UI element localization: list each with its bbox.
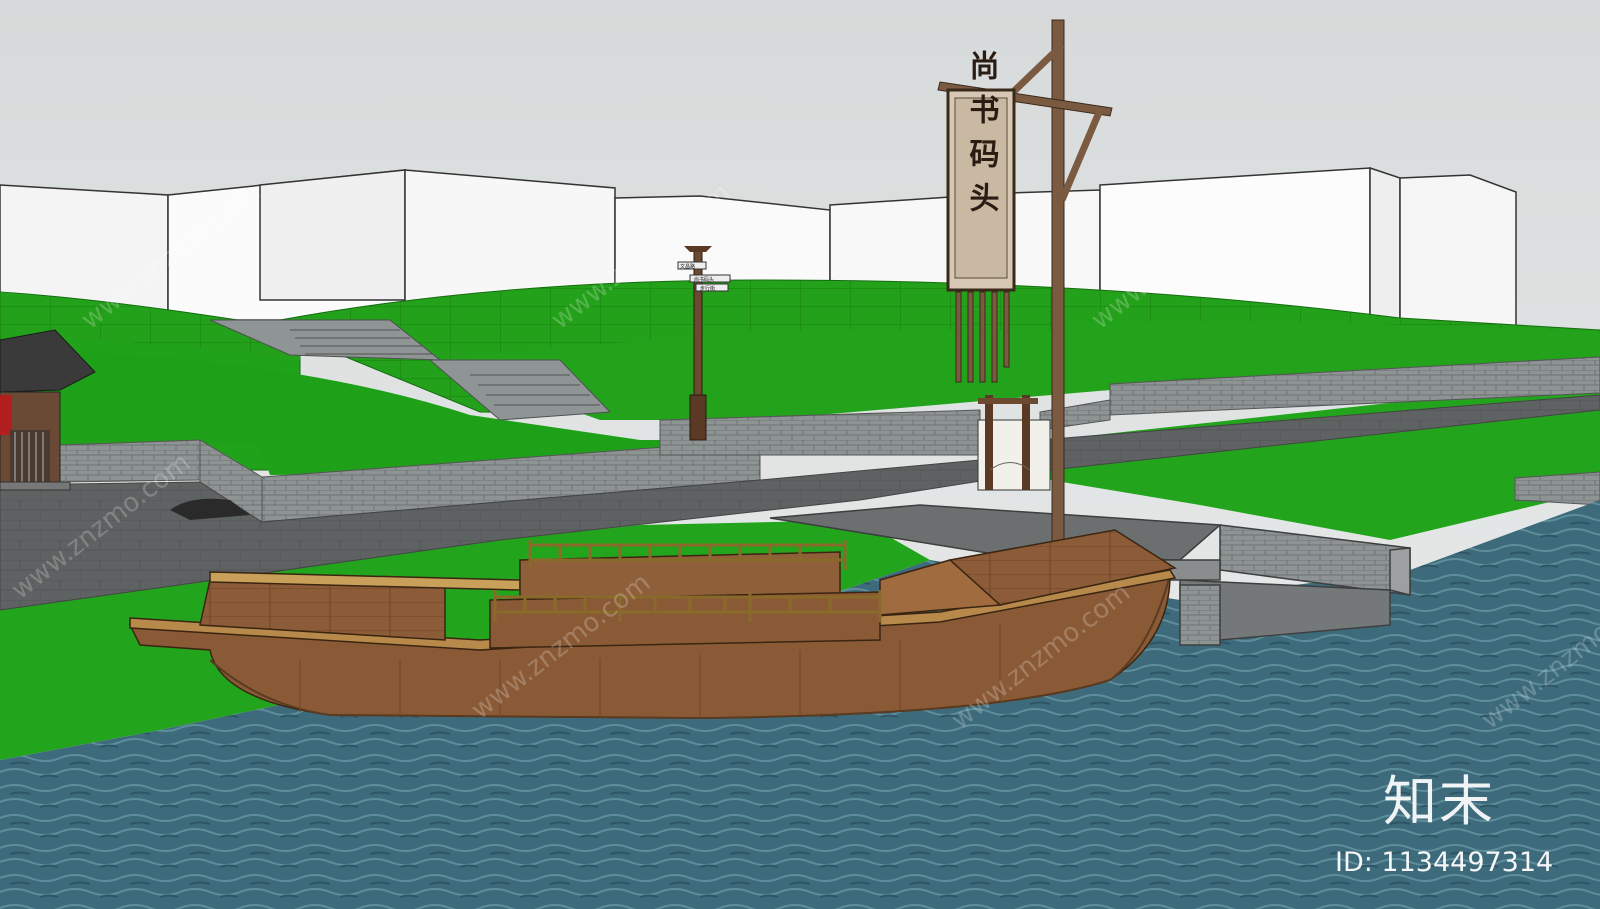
brand-logo: 知末	[1383, 770, 1495, 833]
signpost-label-2: 尚书码头	[694, 276, 714, 283]
banner-title: 尚书码头	[964, 50, 1000, 226]
brand-watermark: 知末 ID: 1134497314	[1335, 772, 1585, 880]
signpost-label-1: 文昌路	[680, 263, 695, 270]
asset-id-label: ID: 1134497314	[1335, 847, 1554, 878]
signpost-label-3: 步行街	[700, 285, 715, 292]
